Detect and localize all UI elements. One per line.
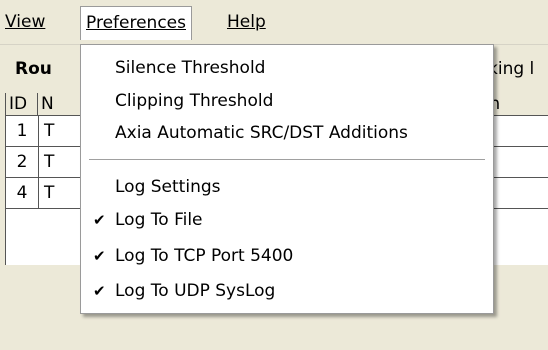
menu-help-label: Help — [227, 12, 266, 32]
tracking-group-title: king l — [488, 59, 535, 79]
menu-help[interactable]: Help — [222, 6, 271, 38]
menu-item-label: Clipping Threshold — [115, 91, 274, 111]
preferences-dropdown: Silence Threshold Clipping Threshold Axi… — [80, 44, 494, 314]
menu-bar: View Preferences Help — [0, 0, 548, 45]
column-header-name[interactable]: N — [38, 93, 82, 116]
menu-separator — [89, 159, 485, 161]
check-icon: ✔ — [93, 282, 106, 300]
menu-preferences[interactable]: Preferences — [80, 6, 192, 40]
menu-item-silence-threshold[interactable]: Silence Threshold — [81, 53, 493, 83]
menu-item-log-to-tcp[interactable]: ✔ Log To TCP Port 5400 — [81, 241, 493, 271]
menu-item-label: Log Settings — [115, 177, 221, 197]
cell-id: 4 — [6, 178, 39, 208]
menu-item-log-settings[interactable]: Log Settings — [81, 172, 493, 202]
check-icon: ✔ — [93, 211, 106, 229]
cell-id: 1 — [6, 116, 39, 146]
menu-item-label: Log To TCP Port 5400 — [115, 246, 294, 266]
check-icon: ✔ — [93, 247, 106, 265]
menu-item-label: Log To UDP SysLog — [115, 281, 276, 301]
column-header-id[interactable]: ID — [6, 93, 38, 116]
menu-item-label: Silence Threshold — [115, 58, 266, 78]
menu-preferences-label: Preferences — [86, 13, 186, 33]
menu-item-label: Axia Automatic SRC/DST Additions — [115, 123, 408, 143]
menu-item-axia-auto-src-dst[interactable]: Axia Automatic SRC/DST Additions — [81, 118, 493, 148]
menu-item-log-to-file[interactable]: ✔ Log To File — [81, 205, 493, 235]
cell-name: T — [44, 183, 55, 203]
routes-group-title: Rou — [15, 59, 52, 79]
cell-id: 2 — [6, 147, 39, 177]
menu-view[interactable]: View — [0, 6, 50, 38]
menu-view-label: View — [5, 12, 46, 32]
menu-item-clipping-threshold[interactable]: Clipping Threshold — [81, 86, 493, 116]
cell-name: T — [44, 152, 55, 172]
cell-name: T — [44, 121, 55, 141]
menu-item-log-to-udp-syslog[interactable]: ✔ Log To UDP SysLog — [81, 276, 493, 306]
menu-item-label: Log To File — [115, 210, 203, 230]
